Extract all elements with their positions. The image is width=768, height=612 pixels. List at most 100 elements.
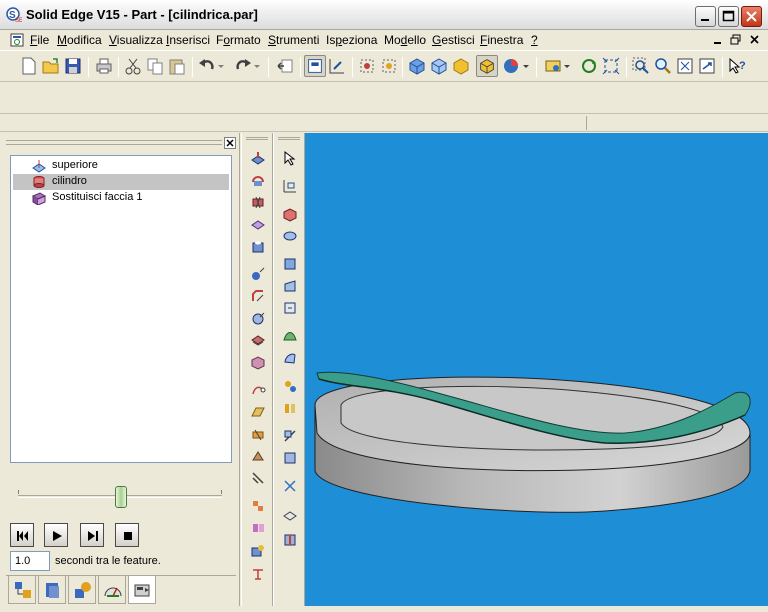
- tab-features-library[interactable]: [68, 576, 96, 604]
- mirror-button[interactable]: [247, 517, 269, 539]
- pattern-button[interactable]: [247, 495, 269, 517]
- draft-button[interactable]: [247, 307, 269, 329]
- menu-file[interactable]: File: [30, 33, 49, 47]
- graphics-viewport[interactable]: [305, 133, 768, 606]
- toolbar-grip[interactable]: [246, 137, 268, 140]
- tab-sensors[interactable]: [98, 576, 126, 604]
- menu-inserisci[interactable]: Inserisci: [166, 33, 210, 47]
- playback-slider-thumb[interactable]: [115, 486, 127, 508]
- rib-button[interactable]: [247, 351, 269, 373]
- menu-gestisci[interactable]: Gestisci: [432, 33, 475, 47]
- hole-button[interactable]: [247, 235, 269, 257]
- new-file-icon[interactable]: [18, 55, 40, 77]
- seconds-between-features-input[interactable]: 1.0: [10, 551, 50, 571]
- panel-grip[interactable]: [6, 140, 222, 145]
- trim-button[interactable]: [279, 425, 301, 447]
- stitch-button[interactable]: [279, 475, 301, 497]
- menu-modifica[interactable]: Modifica: [57, 33, 102, 47]
- shaded-view-icon[interactable]: [450, 55, 472, 77]
- bounded-surface-button[interactable]: [279, 347, 301, 369]
- replace-face-button[interactable]: [279, 503, 301, 525]
- redo-dropdown-icon[interactable]: [252, 55, 262, 77]
- fit-view-icon[interactable]: [600, 55, 622, 77]
- minimize-button[interactable]: [695, 6, 716, 27]
- redo-icon[interactable]: [232, 55, 254, 77]
- menu-strumenti[interactable]: Strumenti: [268, 33, 319, 47]
- extend-button[interactable]: [279, 447, 301, 469]
- tab-feature-tree[interactable]: [8, 576, 36, 604]
- mdi-close-icon[interactable]: [747, 33, 763, 47]
- open-folder-icon[interactable]: [40, 55, 62, 77]
- menu-formato[interactable]: Formato: [216, 33, 261, 47]
- swept-surface-button[interactable]: [279, 253, 301, 275]
- fit-all-icon[interactable]: [674, 55, 696, 77]
- zoom-area-icon[interactable]: [630, 55, 652, 77]
- loft-button[interactable]: [247, 401, 269, 423]
- thin-wall-button[interactable]: [247, 329, 269, 351]
- zoom-icon[interactable]: [652, 55, 674, 77]
- view-orient-icon[interactable]: [542, 55, 564, 77]
- sketch-grid-icon[interactable]: [326, 55, 348, 77]
- view-sphere-icon[interactable]: [500, 55, 522, 77]
- chamfer-button[interactable]: [247, 285, 269, 307]
- mdi-minimize-icon[interactable]: [710, 33, 726, 47]
- document-menu-icon[interactable]: [10, 33, 24, 47]
- offset-surface-button[interactable]: [279, 297, 301, 319]
- normal-protrusion-button[interactable]: [247, 445, 269, 467]
- iso-view-icon[interactable]: [406, 55, 428, 77]
- toolbar-grip[interactable]: [278, 137, 300, 140]
- print-icon[interactable]: [93, 55, 115, 77]
- intersect-button[interactable]: [279, 375, 301, 397]
- copy-part-button[interactable]: [247, 539, 269, 561]
- thread-button[interactable]: [247, 467, 269, 489]
- split-button[interactable]: [279, 397, 301, 419]
- fit-selection-icon[interactable]: [356, 55, 378, 77]
- menu-visualizza[interactable]: Visualizza: [109, 33, 163, 47]
- cut-icon[interactable]: [122, 55, 144, 77]
- cutout-button[interactable]: [247, 191, 269, 213]
- swept-button[interactable]: [247, 379, 269, 401]
- extruded-surface-button[interactable]: [279, 203, 301, 225]
- copy-icon[interactable]: [144, 55, 166, 77]
- maximize-button[interactable]: [718, 6, 739, 27]
- revolved-protrusion-button[interactable]: [247, 169, 269, 191]
- undo-dropdown-icon[interactable]: [216, 55, 226, 77]
- save-icon[interactable]: [62, 55, 84, 77]
- tab-feature-playback[interactable]: [128, 576, 156, 604]
- menu-modello[interactable]: Modello: [384, 33, 426, 47]
- play-button[interactable]: [44, 523, 68, 547]
- tree-item-cilindro[interactable]: cilindro: [13, 174, 229, 190]
- rewind-button[interactable]: [10, 523, 34, 547]
- view-dropdown-icon[interactable]: [521, 55, 531, 77]
- paste-icon[interactable]: [166, 55, 188, 77]
- tree-item-superiore[interactable]: superiore: [13, 158, 229, 174]
- shaded-edges-icon[interactable]: [476, 55, 498, 77]
- sketch-button[interactable]: [279, 175, 301, 197]
- orient-dropdown-icon[interactable]: [562, 55, 572, 77]
- panel-close-button[interactable]: [224, 137, 236, 149]
- revolved-cutout-button[interactable]: [247, 213, 269, 235]
- round-button[interactable]: [247, 263, 269, 285]
- solid-edge-app-icon[interactable]: S SE: [6, 7, 22, 23]
- undo-icon[interactable]: [196, 55, 218, 77]
- part-model-render[interactable]: [305, 133, 768, 606]
- select-button[interactable]: [279, 147, 301, 169]
- bluesurf-button[interactable]: [279, 325, 301, 347]
- menu-help[interactable]: ?: [531, 33, 538, 47]
- lofted-surface-button[interactable]: [279, 275, 301, 297]
- menu-ispeziona[interactable]: Ispeziona: [326, 33, 377, 47]
- back-arrow-icon[interactable]: [274, 55, 296, 77]
- pan-icon[interactable]: [696, 55, 718, 77]
- protrusion-button[interactable]: [247, 147, 269, 169]
- user-defined-feature-button[interactable]: [247, 563, 269, 585]
- highlight-icon[interactable]: [378, 55, 400, 77]
- tree-item-sostituisci-faccia[interactable]: Sostituisci faccia 1: [13, 190, 229, 206]
- mdi-restore-icon[interactable]: [728, 33, 744, 47]
- helix-button[interactable]: [247, 423, 269, 445]
- close-button[interactable]: [741, 6, 762, 27]
- parting-split-button[interactable]: [279, 529, 301, 551]
- menu-finestra[interactable]: Finestra: [480, 33, 523, 47]
- dimetric-view-icon[interactable]: [428, 55, 450, 77]
- rotate-view-icon[interactable]: [578, 55, 600, 77]
- select-tool-icon[interactable]: [304, 55, 326, 77]
